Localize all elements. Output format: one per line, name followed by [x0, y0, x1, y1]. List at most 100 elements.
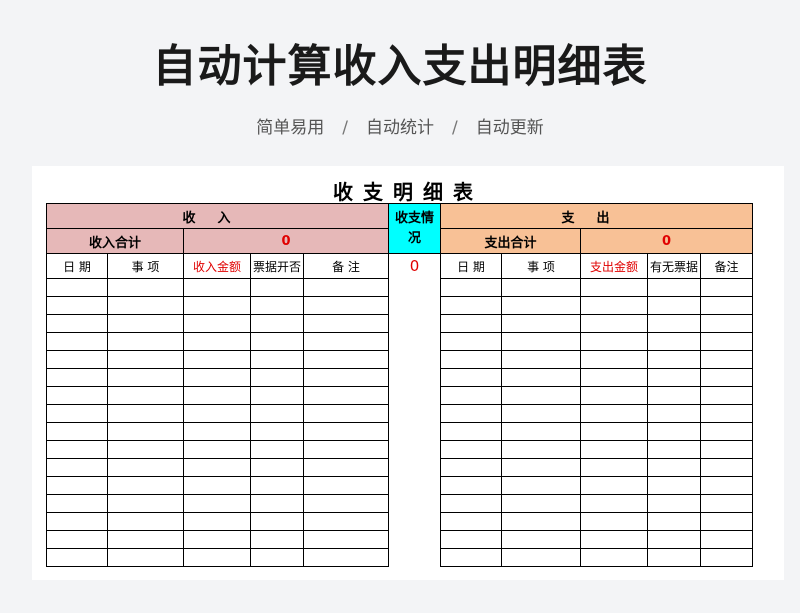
- table-cell[interactable]: [501, 296, 581, 315]
- table-cell[interactable]: [700, 332, 753, 351]
- table-cell[interactable]: [700, 458, 753, 477]
- table-cell[interactable]: [580, 314, 648, 333]
- table-cell[interactable]: [700, 494, 753, 513]
- table-cell[interactable]: [250, 386, 304, 405]
- table-cell[interactable]: [647, 386, 701, 405]
- table-cell[interactable]: [303, 458, 389, 477]
- table-cell[interactable]: [501, 314, 581, 333]
- table-cell[interactable]: [440, 368, 502, 387]
- table-cell[interactable]: [107, 530, 184, 549]
- table-cell[interactable]: [580, 494, 648, 513]
- table-cell[interactable]: [46, 476, 108, 495]
- table-cell[interactable]: [501, 530, 581, 549]
- expense-total-value[interactable]: 0: [580, 228, 753, 254]
- table-cell[interactable]: [303, 278, 389, 297]
- table-cell[interactable]: [647, 404, 701, 423]
- table-cell[interactable]: [501, 350, 581, 369]
- table-cell[interactable]: [46, 530, 108, 549]
- table-cell[interactable]: [501, 368, 581, 387]
- table-cell[interactable]: [303, 548, 389, 567]
- table-cell[interactable]: [501, 332, 581, 351]
- table-cell[interactable]: [501, 422, 581, 441]
- table-cell[interactable]: [107, 368, 184, 387]
- table-cell[interactable]: [46, 278, 108, 297]
- table-cell[interactable]: [183, 512, 251, 531]
- table-cell[interactable]: [647, 440, 701, 459]
- table-cell[interactable]: [303, 386, 389, 405]
- table-cell[interactable]: [501, 440, 581, 459]
- table-cell[interactable]: [700, 296, 753, 315]
- table-cell[interactable]: [303, 404, 389, 423]
- table-cell[interactable]: [647, 422, 701, 441]
- table-cell[interactable]: [303, 422, 389, 441]
- table-cell[interactable]: [440, 440, 502, 459]
- table-cell[interactable]: [580, 368, 648, 387]
- income-total-value[interactable]: 0: [183, 228, 389, 254]
- table-cell[interactable]: [440, 494, 502, 513]
- table-cell[interactable]: [107, 296, 184, 315]
- table-cell[interactable]: [46, 386, 108, 405]
- table-cell[interactable]: [250, 332, 304, 351]
- table-cell[interactable]: [700, 350, 753, 369]
- table-cell[interactable]: [46, 332, 108, 351]
- table-cell[interactable]: [250, 278, 304, 297]
- table-cell[interactable]: [700, 386, 753, 405]
- table-cell[interactable]: [183, 530, 251, 549]
- table-cell[interactable]: [700, 422, 753, 441]
- table-cell[interactable]: [501, 386, 581, 405]
- table-cell[interactable]: [46, 314, 108, 333]
- table-cell[interactable]: [440, 458, 502, 477]
- table-cell[interactable]: [501, 476, 581, 495]
- table-cell[interactable]: [580, 512, 648, 531]
- table-cell[interactable]: [183, 332, 251, 351]
- table-cell[interactable]: [440, 332, 502, 351]
- table-cell[interactable]: [440, 314, 502, 333]
- balance-value[interactable]: 0: [388, 253, 441, 279]
- table-cell[interactable]: [250, 296, 304, 315]
- table-cell[interactable]: [46, 440, 108, 459]
- table-cell[interactable]: [700, 476, 753, 495]
- table-cell[interactable]: [700, 440, 753, 459]
- table-cell[interactable]: [580, 404, 648, 423]
- table-cell[interactable]: [250, 314, 304, 333]
- table-cell[interactable]: [107, 386, 184, 405]
- table-cell[interactable]: [647, 458, 701, 477]
- table-cell[interactable]: [440, 278, 502, 297]
- table-cell[interactable]: [440, 404, 502, 423]
- table-cell[interactable]: [303, 476, 389, 495]
- table-cell[interactable]: [250, 440, 304, 459]
- table-cell[interactable]: [647, 494, 701, 513]
- table-cell[interactable]: [250, 350, 304, 369]
- table-cell[interactable]: [183, 278, 251, 297]
- table-cell[interactable]: [700, 512, 753, 531]
- table-cell[interactable]: [183, 494, 251, 513]
- table-cell[interactable]: [250, 512, 304, 531]
- table-cell[interactable]: [303, 350, 389, 369]
- table-cell[interactable]: [46, 422, 108, 441]
- table-cell[interactable]: [440, 386, 502, 405]
- table-cell[interactable]: [580, 440, 648, 459]
- table-cell[interactable]: [501, 278, 581, 297]
- table-cell[interactable]: [183, 296, 251, 315]
- table-cell[interactable]: [700, 278, 753, 297]
- table-cell[interactable]: [303, 530, 389, 549]
- table-cell[interactable]: [107, 512, 184, 531]
- table-cell[interactable]: [647, 332, 701, 351]
- table-cell[interactable]: [183, 548, 251, 567]
- table-cell[interactable]: [501, 494, 581, 513]
- table-cell[interactable]: [647, 350, 701, 369]
- table-cell[interactable]: [250, 368, 304, 387]
- table-cell[interactable]: [183, 350, 251, 369]
- table-cell[interactable]: [107, 332, 184, 351]
- table-cell[interactable]: [580, 476, 648, 495]
- table-cell[interactable]: [250, 458, 304, 477]
- table-cell[interactable]: [580, 422, 648, 441]
- table-cell[interactable]: [303, 296, 389, 315]
- table-cell[interactable]: [580, 332, 648, 351]
- table-cell[interactable]: [107, 350, 184, 369]
- table-cell[interactable]: [107, 494, 184, 513]
- table-cell[interactable]: [647, 296, 701, 315]
- table-cell[interactable]: [440, 476, 502, 495]
- table-cell[interactable]: [250, 476, 304, 495]
- table-cell[interactable]: [580, 548, 648, 567]
